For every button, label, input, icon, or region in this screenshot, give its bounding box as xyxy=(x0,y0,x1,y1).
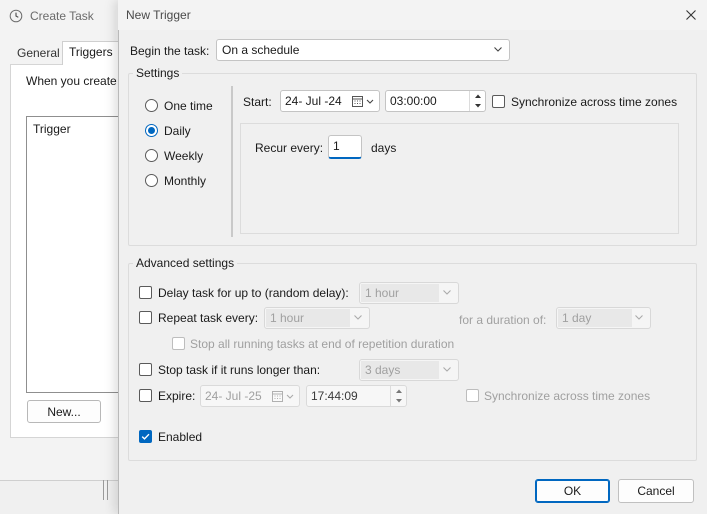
stop-if-longer-dropdown[interactable]: 3 days xyxy=(359,359,459,381)
create-task-footer xyxy=(0,480,118,514)
start-date-value: 24- Jul -24 xyxy=(285,94,342,108)
spin-down-icon[interactable] xyxy=(470,101,486,111)
repeat-duration-value: 1 day xyxy=(562,311,592,325)
calendar-icon xyxy=(272,391,294,402)
stop-if-longer-checkbox[interactable] xyxy=(139,363,152,376)
stop-all-tasks-label[interactable]: Stop all running tasks at end of repetit… xyxy=(190,337,454,351)
expire-date-value: 24- Jul -25 xyxy=(205,389,262,403)
radio-weekly[interactable] xyxy=(145,149,158,162)
trigger-list[interactable] xyxy=(26,116,130,393)
stop-if-longer-value: 3 days xyxy=(365,363,401,377)
chevron-down-icon xyxy=(443,367,451,372)
radio-one-time[interactable] xyxy=(145,99,158,112)
repeat-task-label[interactable]: Repeat task every: xyxy=(158,311,258,325)
radio-weekly-label[interactable]: Weekly xyxy=(164,149,203,163)
recur-unit-label: days xyxy=(371,141,397,155)
delay-task-checkbox[interactable] xyxy=(139,286,152,299)
recur-every-input[interactable]: 1 xyxy=(328,135,362,159)
delay-duration-value: 1 hour xyxy=(365,286,400,300)
repeat-duration-dropdown[interactable]: 1 day xyxy=(556,307,651,329)
recurrence-panel xyxy=(240,123,679,234)
dialog-title: New Trigger xyxy=(126,8,191,22)
repeat-duration-label: for a duration of: xyxy=(459,313,547,327)
chevron-down-icon xyxy=(354,315,362,320)
expire-time-value: 17:44:09 xyxy=(311,389,358,403)
delay-task-label[interactable]: Delay task for up to (random delay): xyxy=(158,286,349,300)
recur-every-value: 1 xyxy=(333,139,340,153)
radio-monthly-label[interactable]: Monthly xyxy=(164,174,206,188)
spin-up-icon[interactable] xyxy=(470,91,486,101)
create-task-title: Create Task xyxy=(30,9,94,23)
start-label: Start: xyxy=(243,95,272,109)
chevron-down-icon xyxy=(635,315,643,320)
repeat-interval-value: 1 hour xyxy=(270,311,305,325)
clock-icon xyxy=(9,9,23,23)
expire-checkbox[interactable] xyxy=(139,389,152,402)
begin-task-label: Begin the task: xyxy=(130,44,210,58)
close-icon xyxy=(686,10,696,20)
calendar-icon xyxy=(352,96,374,107)
radio-daily-label[interactable]: Daily xyxy=(164,124,191,138)
spin-down-icon[interactable] xyxy=(391,396,407,406)
ok-button[interactable]: OK xyxy=(535,479,610,503)
enabled-checkbox[interactable] xyxy=(139,430,152,443)
stop-all-tasks-checkbox[interactable] xyxy=(172,337,185,350)
recur-every-label: Recur every: xyxy=(255,141,324,155)
radio-daily[interactable] xyxy=(145,124,158,137)
expire-time-field[interactable]: 17:44:09 xyxy=(306,385,407,407)
start-time-spinner[interactable] xyxy=(469,91,485,111)
enabled-label[interactable]: Enabled xyxy=(158,430,202,444)
cancel-button[interactable]: Cancel xyxy=(618,479,694,503)
expire-date-picker[interactable]: 24- Jul -25 xyxy=(200,385,300,407)
start-time-value: 03:00:00 xyxy=(390,94,437,108)
chevron-down-icon xyxy=(443,290,451,295)
new-trigger-button[interactable]: New... xyxy=(27,400,101,423)
divider xyxy=(103,480,104,500)
expire-label[interactable]: Expire: xyxy=(158,389,195,403)
expire-sync-timezones-checkbox[interactable] xyxy=(466,389,479,402)
advanced-settings-title: Advanced settings xyxy=(133,256,238,270)
triggers-description: When you create xyxy=(26,74,117,88)
trigger-column-header[interactable]: Trigger xyxy=(33,122,71,136)
sync-timezones-checkbox[interactable] xyxy=(492,95,505,108)
begin-task-value: On a schedule xyxy=(222,43,300,57)
delay-duration-dropdown[interactable]: 1 hour xyxy=(359,282,459,304)
stop-if-longer-label[interactable]: Stop task if it runs longer than: xyxy=(158,363,320,377)
repeat-task-checkbox[interactable] xyxy=(139,311,152,324)
tab-general[interactable]: General xyxy=(10,42,67,64)
radio-one-time-label[interactable]: One time xyxy=(164,99,213,113)
begin-task-dropdown[interactable]: On a schedule xyxy=(216,39,510,61)
radio-monthly[interactable] xyxy=(145,174,158,187)
dialog-titlebar xyxy=(118,0,707,30)
divider xyxy=(107,480,108,500)
close-button[interactable] xyxy=(678,4,704,26)
sync-timezones-label[interactable]: Synchronize across time zones xyxy=(511,95,677,109)
settings-group-title: Settings xyxy=(133,66,183,80)
start-time-field[interactable]: 03:00:00 xyxy=(385,90,486,112)
expire-time-spinner[interactable] xyxy=(390,386,406,406)
tab-triggers[interactable]: Triggers xyxy=(62,41,120,65)
spin-up-icon[interactable] xyxy=(391,386,407,396)
expire-sync-timezones-label[interactable]: Synchronize across time zones xyxy=(484,389,650,403)
chevron-down-icon xyxy=(494,47,502,52)
start-date-picker[interactable]: 24- Jul -24 xyxy=(280,90,380,112)
settings-divider xyxy=(231,86,233,237)
checkmark-icon xyxy=(141,433,150,440)
repeat-interval-dropdown[interactable]: 1 hour xyxy=(264,307,370,329)
